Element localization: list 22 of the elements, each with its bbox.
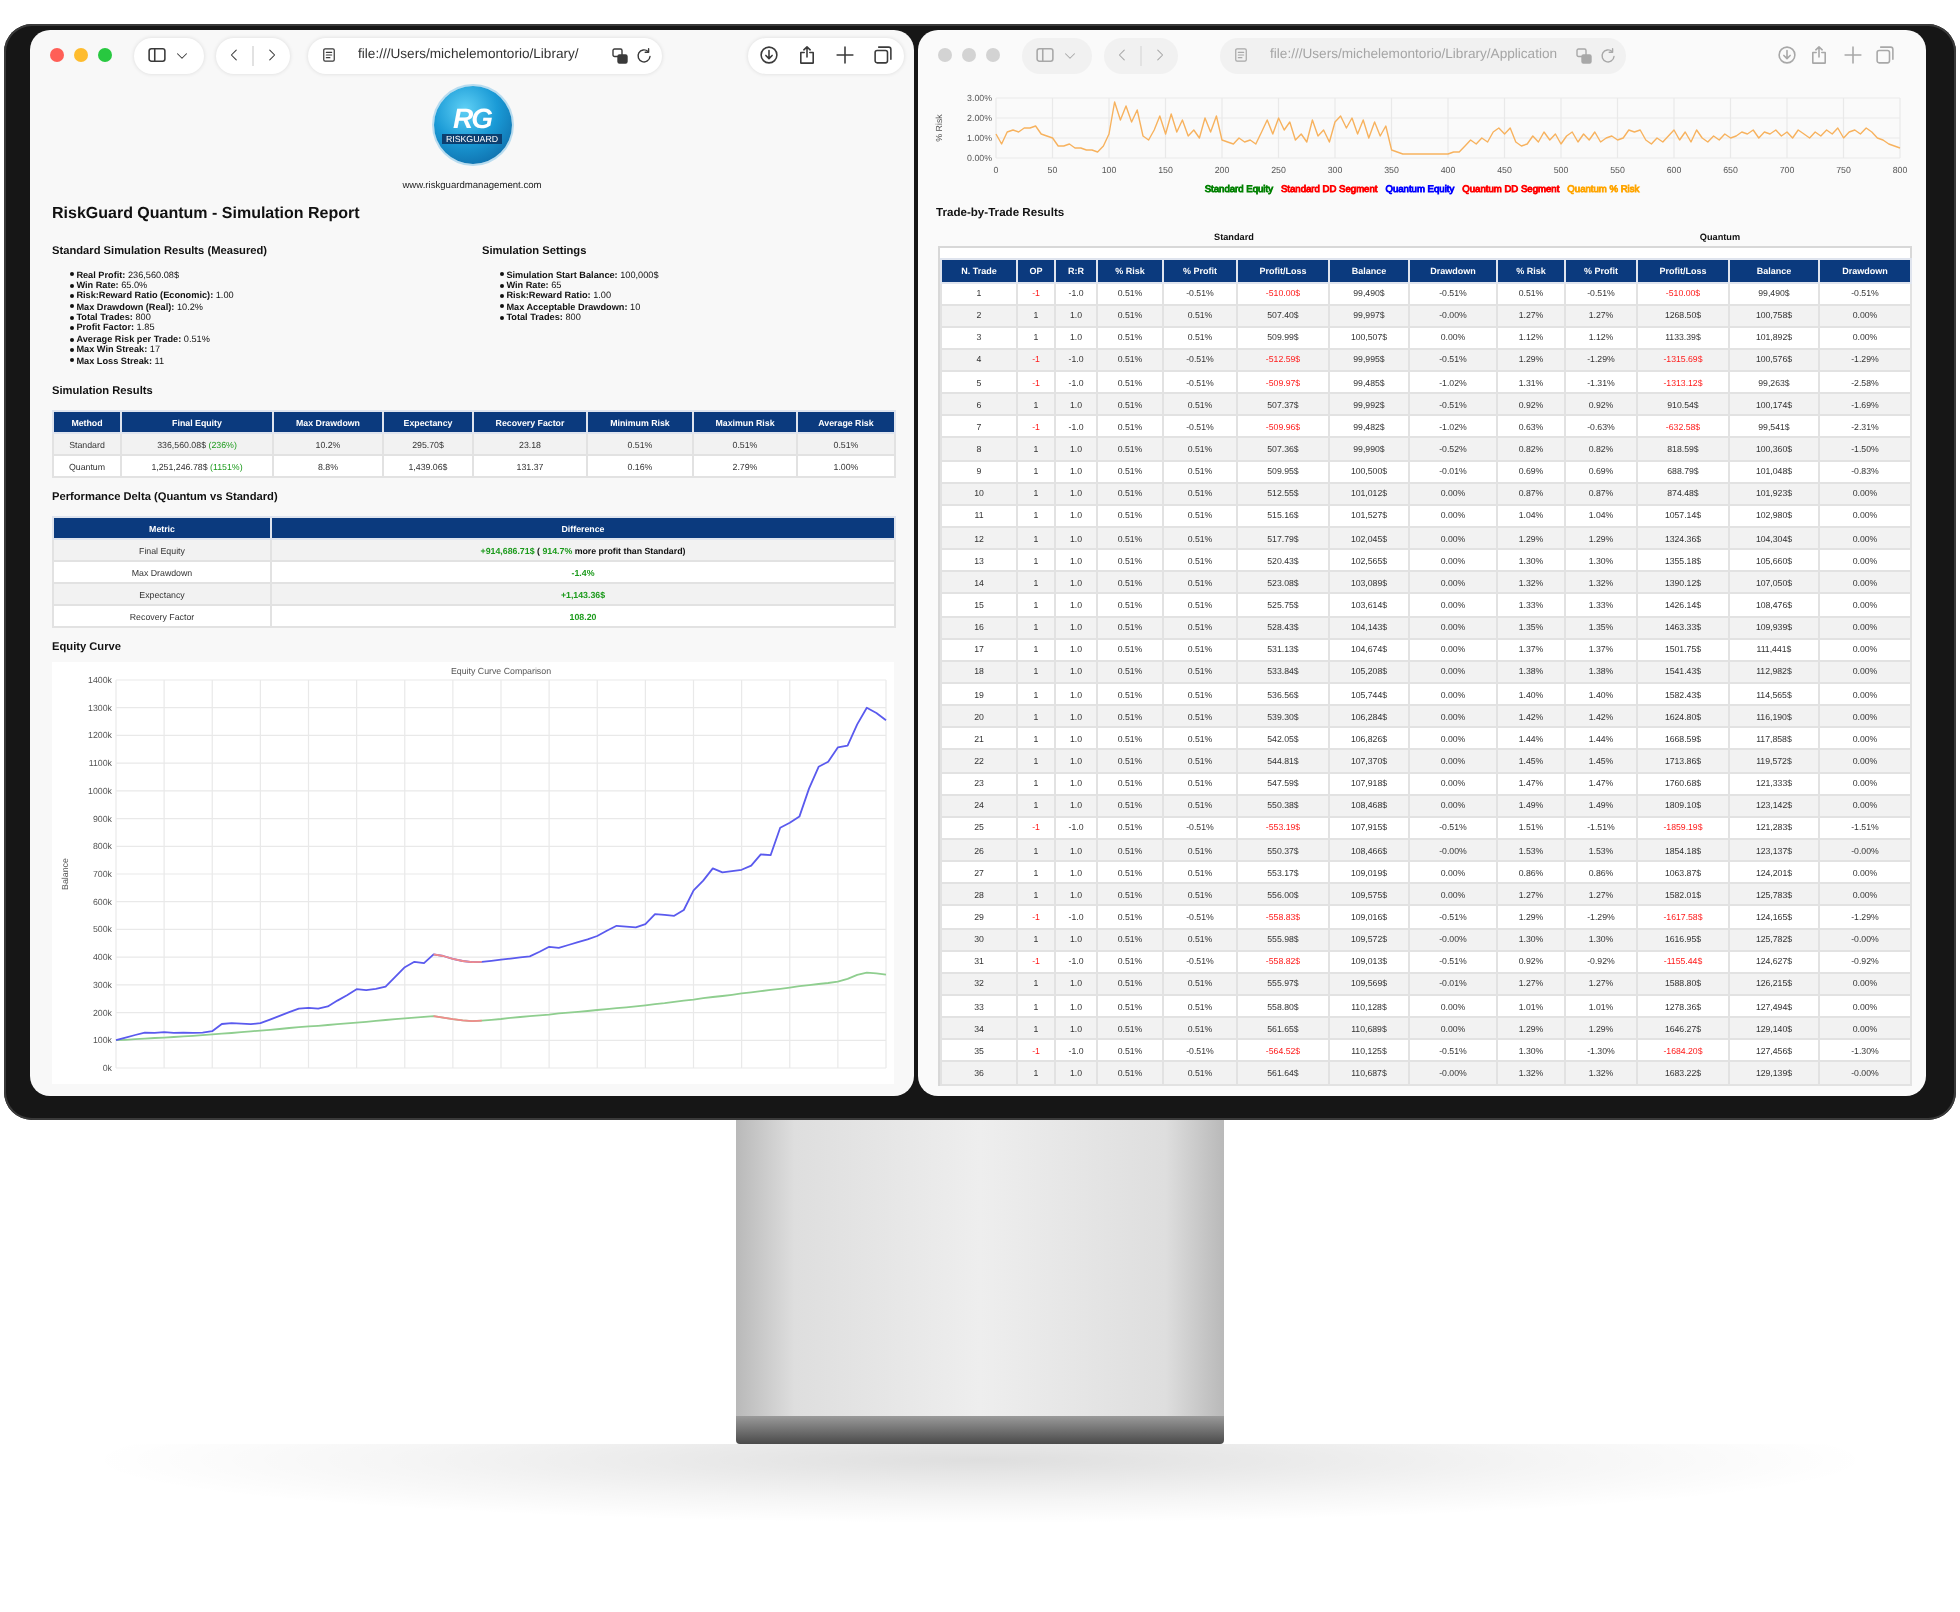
page-icon	[1234, 46, 1248, 64]
chevron-down-icon[interactable]	[176, 49, 188, 61]
logo-mark: RG	[453, 106, 491, 132]
close-button[interactable]	[50, 48, 64, 62]
minimize-button[interactable]	[74, 48, 88, 62]
plus-icon[interactable]	[836, 46, 854, 64]
forward-icon[interactable]	[266, 46, 278, 64]
speech-bubbles-icon[interactable]	[612, 47, 628, 63]
zoom-button[interactable]	[986, 48, 1000, 62]
zoom-button[interactable]	[98, 48, 112, 62]
share-icon[interactable]	[798, 46, 816, 64]
overlapping-squares-icon[interactable]	[874, 46, 892, 64]
quantum-drawdown-line	[432, 953, 483, 964]
reload-icon[interactable]	[636, 47, 652, 63]
back-icon[interactable]	[228, 46, 240, 64]
report-title: RiskGuard Quantum - Simulation Report	[52, 204, 362, 224]
sidebar-icon[interactable]	[148, 46, 166, 64]
page-icon	[322, 46, 336, 64]
download-icon[interactable]	[760, 46, 778, 64]
minimize-button[interactable]	[962, 48, 976, 62]
close-button[interactable]	[938, 48, 952, 62]
standard-drawdown-line	[432, 1015, 483, 1023]
